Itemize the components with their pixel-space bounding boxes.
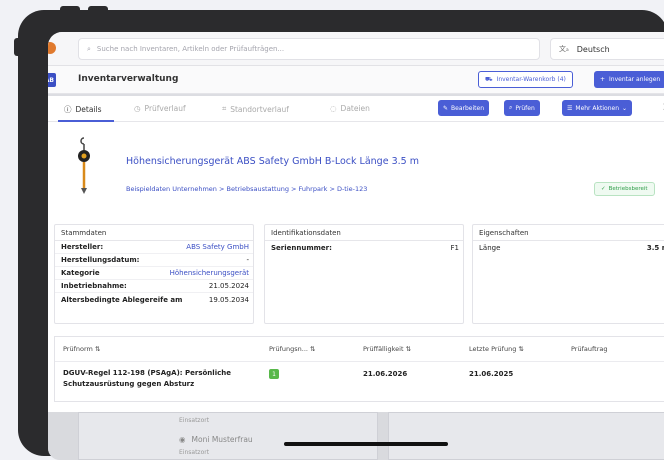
column-header[interactable]: Prüfnorm ⇅ — [63, 345, 100, 353]
inspection-table: Prüfnorm ⇅ Prüfungsn... ⇅ Prüffälligkeit… — [54, 336, 664, 402]
product-image — [78, 137, 90, 194]
category-link[interactable]: Höhensicherungsgerät — [170, 269, 249, 277]
breadcrumb[interactable]: Beispieldaten Unternehmen > Betriebsaust… — [126, 185, 367, 193]
more-actions-label: Mehr Aktionen — [575, 104, 620, 112]
app-logo — [48, 42, 56, 54]
row-value: 3.5 m — [646, 243, 664, 252]
check-icon: ✓ — [601, 186, 606, 192]
language-label: Deutsch — [576, 44, 610, 54]
person-name: Moni Musterfrau — [191, 435, 253, 444]
top-bar: ⌕ Suche nach Inventaren, Artikeln oder P… — [48, 32, 664, 66]
title-bar: AB Inventarverwaltung ⛟ Inventar-Warenko… — [48, 66, 664, 94]
column-header[interactable]: Prüffälligkeit ⇅ — [363, 345, 411, 353]
row-key: Seriennummer: — [271, 243, 332, 252]
check-button[interactable]: ⌕ Prüfen — [504, 100, 540, 116]
row-key: Länge — [479, 243, 501, 252]
row-value: 21.05.2024 — [208, 282, 249, 290]
header-divider — [55, 361, 664, 362]
data-row: Herstellungsdatum: - — [55, 254, 253, 267]
page-title: Inventarverwaltung — [78, 74, 179, 84]
status-badge: ✓ Betriebsbereit — [594, 182, 655, 196]
data-row: Altersbedingte Ablegereife am 19.05.2034 — [55, 293, 253, 306]
create-button-label: Inventar anlegen — [609, 76, 661, 83]
column-header[interactable]: Prüfungsn... ⇅ — [269, 345, 315, 353]
search-icon: ⌕ — [87, 44, 91, 53]
active-tab-indicator — [58, 120, 114, 122]
tab-label: Standortverlauf — [230, 104, 289, 114]
data-row: Länge 3.5 m — [473, 241, 664, 254]
edit-button-label: Bearbeiten — [451, 104, 484, 112]
last-inspection-cell: 21.06.2025 — [469, 370, 514, 378]
product-title: Höhensicherungsgerät ABS Safety GmbH B-L… — [126, 156, 419, 167]
tab-dateien[interactable]: ◌ Dateien — [330, 104, 370, 113]
manufacturer-link[interactable]: ABS Safety GmbH — [186, 243, 249, 251]
list-icon: ☰ — [567, 104, 573, 112]
column-header[interactable]: Letzte Prüfung ⇅ — [469, 345, 524, 353]
detail-modal: ⓘ Details ◷ Prüfverlauf ⌗ Standortverlau… — [48, 96, 664, 412]
background-label: Einsatzort — [179, 417, 210, 424]
column-header[interactable]: Prüfauftrag — [571, 345, 608, 353]
tab-label: Dateien — [340, 104, 370, 113]
row-key: Altersbedingte Ablegereife am — [61, 295, 183, 304]
edit-icon: ✎ — [443, 104, 449, 112]
data-row: Seriennummer: F1 — [265, 241, 463, 254]
clock-icon: ◷ — [134, 104, 141, 113]
row-value: F1 — [450, 243, 459, 252]
data-row: Inbetriebnahme: 21.05.2024 — [55, 280, 253, 293]
tab-standortverlauf[interactable]: ⌗ Standortverlauf — [222, 104, 289, 114]
norm-cell: DGUV-Regel 112-198 (PSAgA): Persönliche — [63, 369, 231, 377]
search-input[interactable]: ⌕ Suche nach Inventaren, Artikeln oder P… — [78, 38, 540, 60]
identifikation-card: Identifikationsdaten Seriennummer: F1 — [264, 224, 464, 324]
row-value: - — [246, 256, 249, 264]
tab-bar: ⓘ Details ◷ Prüfverlauf ⌗ Standortverlau… — [48, 96, 664, 122]
row-key: Herstellungsdatum: — [61, 256, 140, 264]
translate-icon: 文ₐ — [559, 45, 569, 53]
cart-button[interactable]: ⛟ Inventar-Warenkorb (4) — [478, 71, 573, 88]
create-inventory-button[interactable]: + Inventar anlegen — [594, 71, 664, 88]
edit-button[interactable]: ✎ Bearbeiten — [438, 100, 489, 116]
file-icon: ◌ — [330, 104, 337, 113]
norm-cell-line2: Schutzausrüstung gegen Absturz — [63, 380, 195, 388]
data-row: Kategorie Höhensicherungsgerät — [55, 267, 253, 280]
home-indicator — [284, 442, 448, 446]
location-pin-icon: ◉ — [179, 435, 186, 444]
row-value: 19.05.2034 — [208, 295, 249, 304]
info-icon: ⓘ — [64, 105, 72, 114]
plus-icon: + — [600, 76, 606, 83]
background-card: Einsatzort ◉ Moni Musterfrau Einsatzort — [78, 412, 378, 460]
tab-pruefverlauf[interactable]: ◷ Prüfverlauf — [134, 104, 186, 113]
language-select[interactable]: 文ₐ Deutsch ▾ — [550, 38, 664, 60]
screen: ⌕ Suche nach Inventaren, Artikeln oder P… — [48, 32, 664, 460]
tab-label: Prüfverlauf — [144, 104, 186, 113]
row-key: Kategorie — [61, 269, 100, 277]
check-button-label: Prüfen — [515, 104, 535, 112]
tablet-frame: ⌕ Suche nach Inventaren, Artikeln oder P… — [18, 10, 664, 460]
card-title: Identifikationsdaten — [265, 225, 463, 241]
eigenschaften-card: Eigenschaften Länge 3.5 m — [472, 224, 664, 324]
row-key: Inbetriebnahme: — [61, 282, 127, 290]
data-row: Hersteller: ABS Safety GmbH — [55, 241, 253, 254]
tab-details[interactable]: ⓘ Details — [64, 104, 102, 115]
inspection-count-badge: 1 — [269, 369, 279, 379]
user-badge[interactable]: AB — [48, 73, 56, 87]
due-date-cell: 21.06.2026 — [363, 370, 408, 378]
background-card — [388, 412, 664, 460]
search-icon: ⌕ — [509, 104, 513, 111]
more-actions-button[interactable]: ☰ Mehr Aktionen ⌄ — [562, 100, 633, 116]
background-label: Einsatzort — [179, 449, 210, 456]
background-list: Einsatzort ◉ Moni Musterfrau Einsatzort — [48, 412, 664, 460]
location-icon: ⌗ — [222, 104, 227, 113]
cart-button-label: Inventar-Warenkorb (4) — [496, 76, 566, 83]
row-key: Hersteller: — [61, 243, 104, 251]
status-label: Betriebsbereit — [608, 186, 648, 192]
background-person: ◉ Moni Musterfrau — [179, 435, 253, 444]
stammdaten-card: Stammdaten Hersteller: ABS Safety GmbH H… — [54, 224, 254, 324]
search-placeholder: Suche nach Inventaren, Artikeln oder Prü… — [96, 45, 285, 53]
card-title: Eigenschaften — [473, 225, 664, 241]
chevron-down-icon: ⌄ — [622, 104, 628, 112]
card-title: Stammdaten — [55, 225, 253, 241]
tab-label: Details — [75, 105, 102, 114]
cart-icon: ⛟ — [485, 75, 493, 83]
